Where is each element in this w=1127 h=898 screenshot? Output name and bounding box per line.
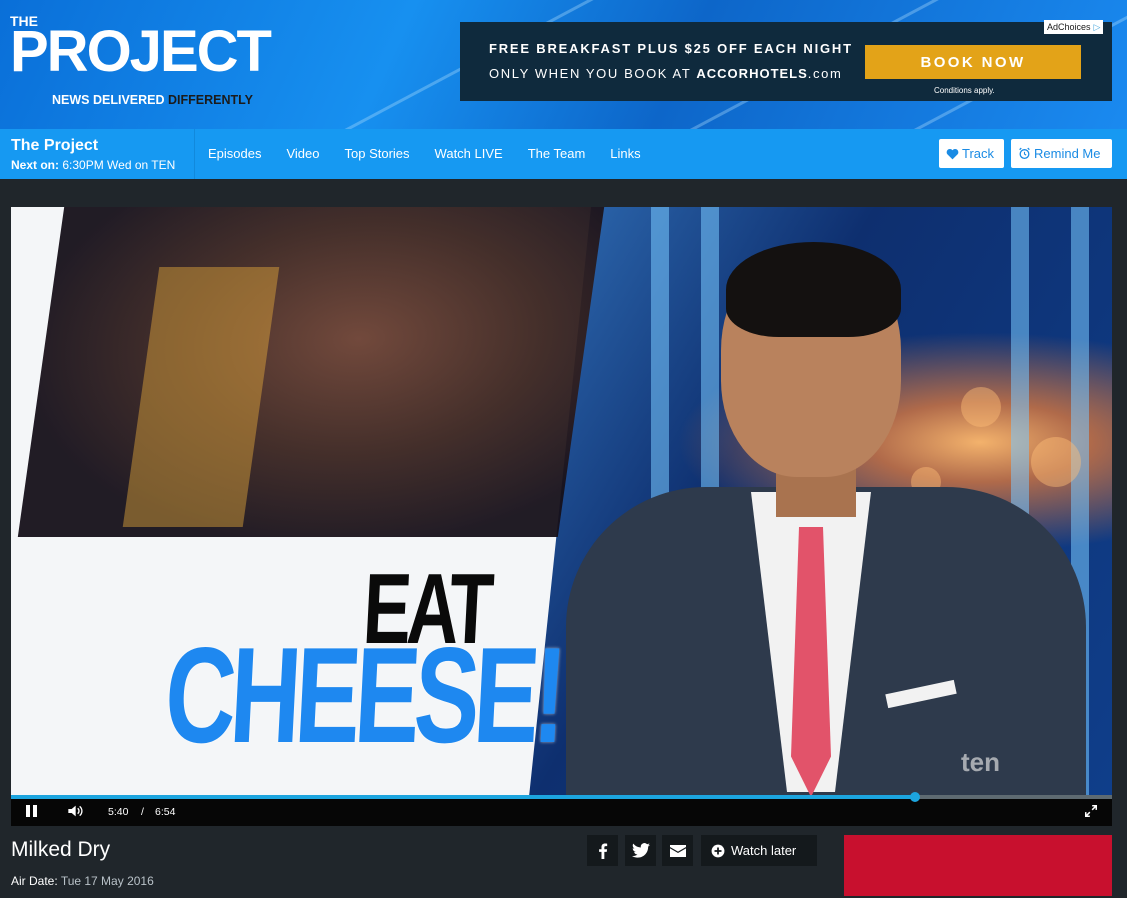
nav-link-watch-live[interactable]: Watch LIVE bbox=[435, 146, 503, 161]
logo-tagline: NEWS DELIVERED DIFFERENTLY bbox=[52, 93, 253, 107]
player-controls: 5:40 / 6:54 bbox=[11, 792, 1112, 826]
alarm-clock-icon bbox=[1019, 147, 1030, 160]
current-time: 5:40 bbox=[108, 806, 129, 818]
remind-label: Remind Me bbox=[1034, 146, 1101, 161]
ad-placeholder[interactable] bbox=[844, 835, 1112, 896]
fullscreen-icon[interactable] bbox=[1084, 804, 1098, 818]
heart-icon bbox=[946, 148, 959, 159]
air-date-value: Tue 17 May 2016 bbox=[60, 874, 154, 888]
adchoices-label: AdChoices bbox=[1047, 22, 1091, 32]
ad-banner[interactable]: FREE BREAKFAST PLUS $25 OFF EACH NIGHT O… bbox=[460, 22, 1112, 101]
video-overlay-cheese: CHEESE! bbox=[161, 619, 565, 771]
facebook-icon bbox=[598, 843, 607, 859]
seek-handle[interactable] bbox=[910, 792, 921, 802]
episode-info: Milked Dry Air Date: Tue 17 May 2016 Wat… bbox=[0, 826, 1127, 898]
time-separator: / bbox=[141, 806, 144, 818]
ad-brand: ACCOR bbox=[696, 66, 750, 81]
share-facebook-button[interactable] bbox=[587, 835, 618, 866]
nav-link-episodes[interactable]: Episodes bbox=[208, 146, 261, 161]
ad-subline-prefix: ONLY WHEN YOU BOOK AT bbox=[489, 66, 692, 81]
watch-later-button[interactable]: Watch later bbox=[701, 835, 817, 866]
nav-link-video[interactable]: Video bbox=[286, 146, 319, 161]
ad-headline: FREE BREAKFAST PLUS $25 OFF EACH NIGHT bbox=[489, 41, 853, 56]
adchoices-icon: ▷ bbox=[1093, 22, 1101, 32]
show-nav-bar: The Project Next on: 6:30PM Wed on TEN E… bbox=[0, 129, 1127, 179]
tagline-prefix: NEWS DELIVERED bbox=[52, 93, 165, 107]
ad-conditions: Conditions apply. bbox=[934, 86, 995, 95]
air-date-label: Air Date: bbox=[11, 874, 58, 888]
twitter-icon bbox=[631, 843, 650, 858]
nav-link-top-stories[interactable]: Top Stories bbox=[345, 146, 410, 161]
nav-divider bbox=[194, 129, 195, 179]
nav-link-the-team[interactable]: The Team bbox=[528, 146, 586, 161]
video-frame[interactable]: EAT CHEESE! ten bbox=[11, 207, 1112, 795]
share-email-button[interactable] bbox=[662, 835, 693, 866]
tagline-suffix: DIFFERENTLY bbox=[168, 93, 253, 107]
duration: 6:54 bbox=[155, 806, 176, 818]
nav-links: Episodes Video Top Stories Watch LIVE Th… bbox=[208, 146, 666, 161]
book-now-button[interactable]: BOOK NOW bbox=[865, 45, 1081, 79]
channel-watermark: ten bbox=[961, 747, 1000, 777]
volume-icon[interactable] bbox=[67, 804, 83, 818]
email-icon bbox=[669, 844, 686, 857]
plus-circle-icon bbox=[711, 844, 725, 857]
adchoices-badge[interactable]: AdChoices ▷ bbox=[1044, 20, 1104, 34]
ad-brand-tld: .com bbox=[807, 66, 843, 81]
next-airing: Next on: 6:30PM Wed on TEN bbox=[11, 158, 175, 172]
episode-title: Milked Dry bbox=[11, 838, 111, 861]
video-player[interactable]: EAT CHEESE! ten 5:40 / 6:54 bbox=[11, 207, 1112, 826]
show-title[interactable]: The Project bbox=[11, 137, 98, 155]
pause-button[interactable] bbox=[26, 805, 38, 817]
remind-me-button[interactable]: Remind Me bbox=[1011, 139, 1112, 168]
site-header: THE PROJECT NEWS DELIVERED DIFFERENTLY F… bbox=[0, 0, 1127, 129]
nav-link-links[interactable]: Links bbox=[610, 146, 640, 161]
track-label: Track bbox=[962, 146, 995, 161]
watch-later-label: Watch later bbox=[731, 843, 797, 858]
ad-brand-suffix: HOTELS bbox=[749, 66, 808, 81]
air-date: Air Date: Tue 17 May 2016 bbox=[11, 874, 154, 888]
logo-project: PROJECT bbox=[10, 19, 272, 84]
next-label: Next on: bbox=[11, 158, 59, 172]
next-value: 6:30PM Wed on TEN bbox=[62, 158, 176, 172]
track-button[interactable]: Track bbox=[939, 139, 1004, 168]
share-twitter-button[interactable] bbox=[625, 835, 656, 866]
ad-subline: ONLY WHEN YOU BOOK AT ACCORHOTELS.com bbox=[489, 66, 842, 81]
seek-progress bbox=[11, 795, 916, 799]
site-logo[interactable]: THE PROJECT NEWS DELIVERED DIFFERENTLY bbox=[10, 14, 272, 107]
seek-bar[interactable] bbox=[11, 792, 1112, 802]
